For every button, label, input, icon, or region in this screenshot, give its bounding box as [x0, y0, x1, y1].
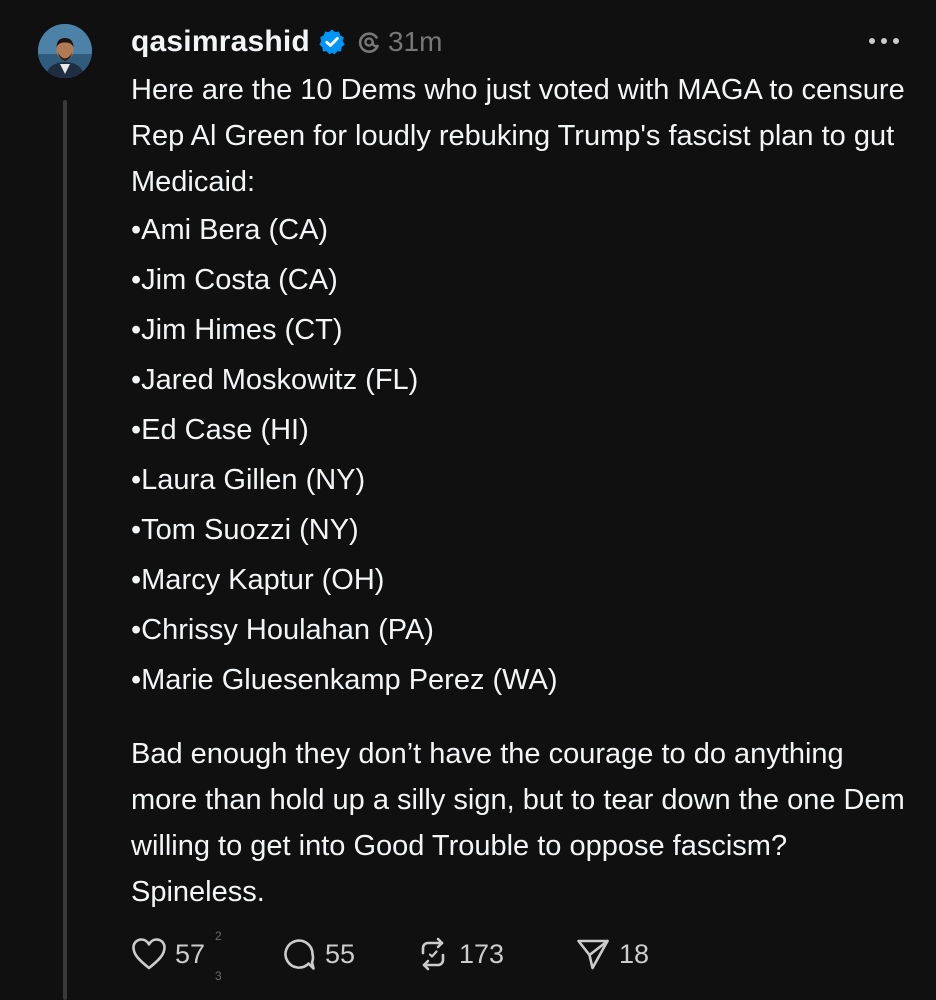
comment-button[interactable]: 55: [281, 936, 415, 972]
like-count-subscript: 3: [215, 969, 222, 983]
action-bar: 57 2 3 55 173 18: [131, 929, 675, 983]
like-count: 57: [175, 938, 206, 969]
list-item: •Ami Bera (CA): [131, 214, 329, 246]
repost-icon: [415, 936, 451, 972]
post-body: Here are the 10 Dems who just voted with…: [131, 67, 911, 915]
verified-badge-icon: [318, 28, 346, 56]
list-item: •Jared Moskowitz (FL): [131, 364, 419, 396]
more-options-icon[interactable]: [864, 26, 904, 56]
dem-list: •Ami Bera (CA) •Jim Costa (CA) •Jim Hime…: [131, 205, 911, 705]
thread-line: [63, 100, 67, 1000]
list-item: •Marcy Kaptur (OH): [131, 564, 385, 596]
username[interactable]: qasimrashid: [131, 25, 310, 59]
like-count-superscript: 2: [215, 929, 222, 943]
threads-logo-icon: [356, 29, 382, 55]
heart-icon: [131, 937, 167, 971]
post-header: qasimrashid 31m: [131, 20, 442, 64]
share-count: 18: [619, 938, 650, 969]
list-item: •Chrissy Houlahan (PA): [131, 614, 434, 646]
send-icon: [575, 936, 611, 972]
comment-bubble-icon: [281, 936, 317, 972]
post-timestamp: 31m: [387, 26, 443, 57]
list-item: •Jim Costa (CA): [131, 264, 338, 296]
list-item: •Marie Gluesenkamp Perez (WA): [131, 664, 558, 696]
list-item: •Jim Himes (CT): [131, 314, 343, 346]
post-intro: Here are the 10 Dems who just voted with…: [131, 74, 905, 198]
post-closing: Bad enough they don’t have the courage t…: [131, 738, 905, 908]
list-item: •Tom Suozzi (NY): [131, 514, 359, 546]
comment-count: 55: [325, 938, 356, 969]
like-button[interactable]: 57 2 3: [131, 929, 281, 983]
repost-button[interactable]: 173: [415, 936, 575, 972]
list-item: •Ed Case (HI): [131, 414, 309, 446]
list-item: •Laura Gillen (NY): [131, 464, 366, 496]
repost-count: 173: [459, 938, 505, 969]
share-button[interactable]: 18: [575, 936, 675, 972]
avatar[interactable]: [38, 24, 92, 78]
